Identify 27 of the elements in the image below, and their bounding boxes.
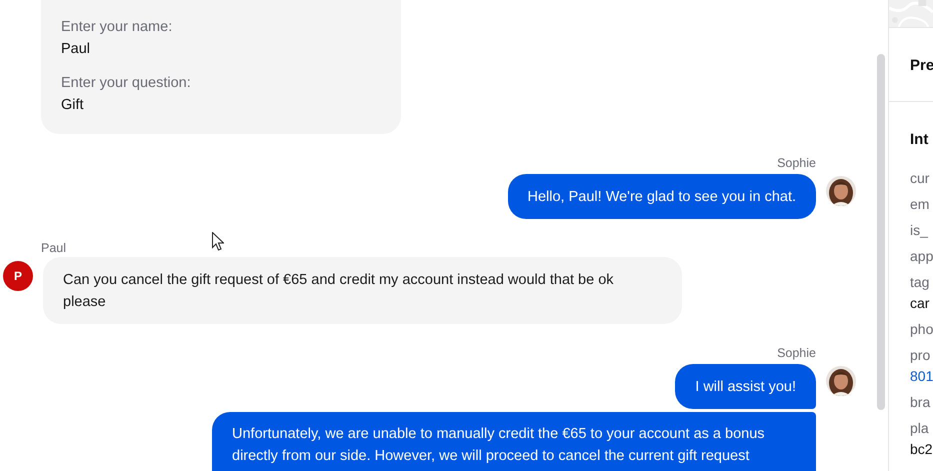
- property-label: tag: [910, 274, 930, 290]
- sender-name: Paul: [41, 243, 66, 254]
- property-label: cur: [910, 170, 930, 186]
- sender-name: Sophie: [777, 158, 816, 169]
- message-bubble: Unfortunately, we are unable to manually credit the €65 to your account as a bonus directly from our side. However, we will proceed to cancel the current gift request: [212, 412, 816, 471]
- property-label: bra: [910, 394, 932, 410]
- field-label: Enter your name:: [61, 18, 172, 36]
- property-value: bc2: [910, 441, 933, 457]
- property-label: pro: [910, 347, 932, 363]
- message-bubble: Can you cancel the gift request of €65 and credit my account instead would that be ok please: [43, 257, 682, 324]
- property-label: app: [910, 248, 933, 264]
- field-label: Enter your question:: [61, 74, 191, 92]
- sender-name: Sophie: [777, 348, 816, 359]
- scrollbar-thumb[interactable]: [875, 52, 887, 412]
- property-link[interactable]: 801: [910, 368, 933, 384]
- section-title: Int: [910, 131, 930, 149]
- cursor-icon: [212, 232, 224, 251]
- message-bubble: I will assist you!: [675, 364, 816, 409]
- property-value: car: [910, 295, 930, 311]
- property-label: pla: [910, 420, 930, 436]
- property-label: is_: [910, 222, 929, 238]
- property-label: em: [910, 196, 930, 212]
- avatar: P: [3, 261, 33, 291]
- field-value: Paul: [61, 40, 90, 58]
- field-value: Gift: [61, 96, 84, 114]
- property-label: pho: [910, 321, 933, 337]
- message-bubble: Hello, Paul! We're glad to see you in chat.: [508, 174, 816, 219]
